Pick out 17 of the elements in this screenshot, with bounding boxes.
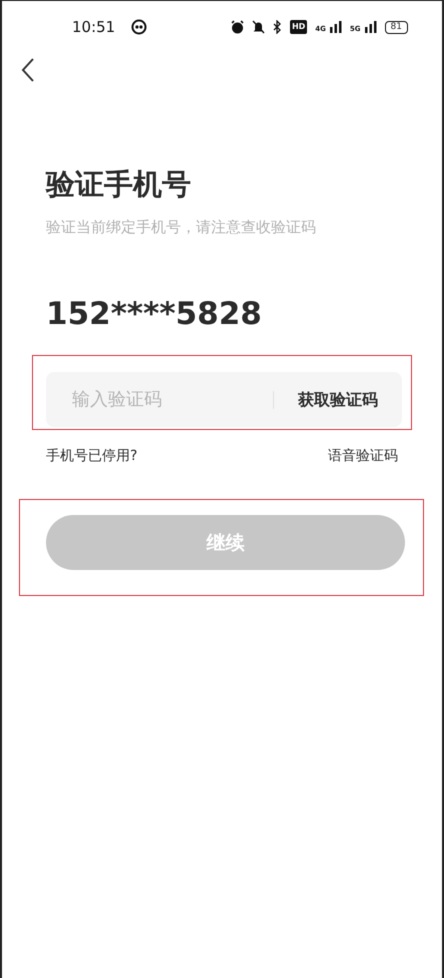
voice-code-link[interactable]: 语音验证码 <box>328 446 398 468</box>
app-notification-icon <box>131 19 148 35</box>
back-button[interactable] <box>20 57 36 83</box>
alarm-icon <box>230 20 244 34</box>
signal-icon <box>330 21 342 33</box>
phone-number: 152****5828 <box>46 296 263 334</box>
subtitle: 验证当前绑定手机号，请注意查收验证码 <box>46 216 317 238</box>
page-title: 验证手机号 <box>46 167 192 202</box>
code-input-field[interactable]: 输入验证码 获取验证码 <box>46 372 402 428</box>
bluetooth-icon <box>272 20 282 34</box>
back-icon <box>20 57 36 83</box>
get-code-button[interactable]: 获取验证码 <box>298 388 378 412</box>
status-time: 10:51 <box>72 16 116 38</box>
hd-indicator: HD <box>290 20 308 34</box>
signal-icon <box>364 21 377 33</box>
muted-bell-icon <box>252 20 265 34</box>
battery-indicator: 81 <box>384 20 408 34</box>
